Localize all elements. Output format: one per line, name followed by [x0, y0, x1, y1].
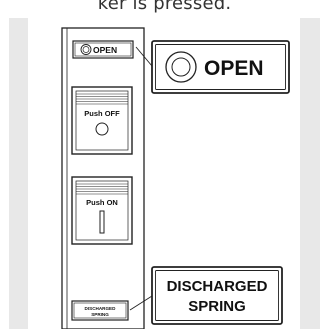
open-indicator: OPEN [72, 40, 134, 59]
open-callout: OPEN [151, 40, 290, 94]
discharged-indicator-line1: DISCHARGED [85, 306, 117, 311]
push-off-label: Push OFF [84, 109, 120, 118]
discharged-callout-line1: DISCHARGED [167, 278, 268, 295]
push-off-button[interactable]: Push OFF [71, 86, 133, 155]
discharged-callout-line2: SPRING [188, 298, 246, 315]
discharged-indicator-line2: SPRING [91, 312, 109, 317]
push-on-label: Push ON [86, 198, 118, 207]
breaker-panel-diagram: OPEN Push OFF Push ON DISCHARGED SPRING [61, 27, 290, 329]
open-callout-label: OPEN [204, 57, 264, 80]
discharged-spring-indicator: DISCHARGED SPRING [71, 300, 129, 321]
push-on-button[interactable]: Push ON [71, 176, 133, 245]
open-indicator-label: OPEN [93, 45, 117, 55]
discharged-spring-callout: DISCHARGED SPRING [151, 266, 283, 325]
